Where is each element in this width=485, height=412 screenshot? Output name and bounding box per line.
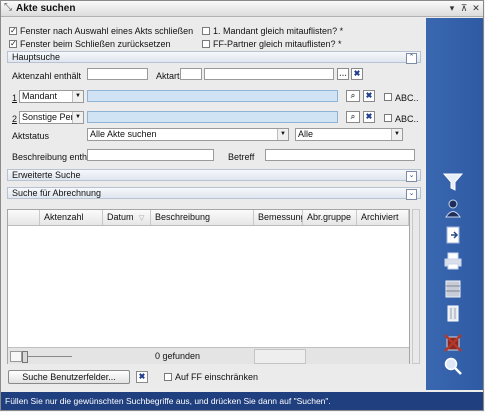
aktart-clear-button[interactable]: ✖ bbox=[351, 68, 363, 80]
grid-footer: 0 gefunden bbox=[8, 347, 409, 364]
aktstatus-value: Alle Akte suchen bbox=[90, 129, 157, 139]
row-indicator-header bbox=[8, 210, 40, 225]
auf-ff-checkbox[interactable] bbox=[164, 373, 172, 381]
zoom-out-button[interactable] bbox=[10, 351, 22, 362]
reset-on-close-label: Fenster beim Schließen zurücksetzen bbox=[20, 39, 171, 49]
row2-clear-button[interactable]: ✖ bbox=[363, 111, 375, 123]
ff-partner-list-label: FF-Partner gleich mitauflisten? * bbox=[213, 39, 342, 49]
row1-abc-label: ABC.. bbox=[395, 93, 419, 103]
close-after-select-label: Fenster nach Auswahl eines Akts schließe… bbox=[20, 26, 194, 36]
abrechnung-title: Suche für Abrechnung bbox=[12, 188, 102, 198]
status-bar: Füllen Sie nur die gewünschten Suchbegri… bbox=[1, 392, 483, 410]
aktstatus-filter-select[interactable]: Alle ▼ bbox=[295, 128, 403, 141]
benutzerfelder-button[interactable]: Suche Benutzerfelder... bbox=[8, 370, 130, 384]
zoom-slider-thumb[interactable] bbox=[22, 351, 28, 363]
column-header-bemessung[interactable]: Bemessung bbox=[254, 210, 303, 225]
cancel-search-icon[interactable] bbox=[442, 332, 464, 354]
window-title: Akte suchen bbox=[16, 3, 76, 14]
row1-binoculars-button[interactable]: ⌕ bbox=[346, 90, 360, 102]
window-icon: ⤡ bbox=[4, 2, 12, 13]
aktstatus-select[interactable]: Alle Akte suchen ▼ bbox=[87, 128, 289, 141]
column-header-aktenzahl[interactable]: Aktenzahl bbox=[40, 210, 103, 225]
mandant-list-checkbox[interactable] bbox=[202, 27, 210, 35]
footer-field bbox=[254, 349, 306, 364]
aktart-browse-button[interactable]: … bbox=[337, 68, 349, 80]
aktart-name-input[interactable] bbox=[204, 68, 334, 80]
betreff-input[interactable] bbox=[265, 149, 415, 161]
erweiterte-suche-title: Erweiterte Suche bbox=[12, 170, 81, 180]
benutzerfelder-clear-button[interactable]: ✖ bbox=[136, 371, 148, 383]
beschreibung-label: Beschreibung enth. bbox=[12, 152, 90, 162]
magnifier-icon[interactable] bbox=[442, 355, 464, 377]
row1-search-input[interactable] bbox=[87, 90, 338, 102]
printer-icon[interactable] bbox=[442, 250, 464, 272]
aktart-code-input[interactable] bbox=[180, 68, 202, 80]
action-toolbar bbox=[426, 18, 483, 390]
collapse-icon[interactable]: ⌃ bbox=[406, 53, 417, 64]
aktstatus-label: Aktstatus bbox=[12, 131, 50, 141]
title-bar: ⤡ Akte suchen ▾ ⊼ ✕ bbox=[1, 1, 483, 17]
abrechnung-header[interactable]: Suche für Abrechnung ⌄ bbox=[7, 187, 421, 200]
row2-binoculars-button[interactable]: ⌕ bbox=[346, 111, 360, 123]
aktenzahl-label: Aktenzahl enthält bbox=[12, 71, 82, 81]
cabinet-icon[interactable] bbox=[442, 278, 464, 300]
mandant-list-label: 1. Mandant gleich mitauflisten? * bbox=[213, 26, 344, 36]
grid-header: Aktenzahl Datum ▽ Beschreibung Bemessung… bbox=[8, 210, 409, 226]
reset-on-close-checkbox[interactable]: ✓ bbox=[9, 40, 17, 48]
aktart-label: Aktart bbox=[156, 71, 180, 81]
row2-abc-checkbox[interactable] bbox=[384, 114, 392, 122]
row2-search-input[interactable] bbox=[87, 111, 338, 123]
dropdown-icon[interactable]: ▾ bbox=[447, 3, 457, 13]
row1-number: 1 bbox=[12, 93, 18, 103]
close-after-select-checkbox[interactable]: ✓ bbox=[9, 27, 17, 35]
hauptsuche-header[interactable]: Hauptsuche ⌃ bbox=[7, 51, 421, 64]
hauptsuche-title: Hauptsuche bbox=[12, 52, 61, 62]
grid-scrollbar[interactable] bbox=[412, 209, 420, 364]
ff-partner-list-checkbox[interactable] bbox=[202, 40, 210, 48]
trash-icon[interactable] bbox=[442, 302, 464, 324]
row1-type-select[interactable]: Mandant ▼ bbox=[19, 90, 84, 103]
row2-type-select[interactable]: Sonstige Pers ▼ bbox=[19, 111, 84, 124]
column-header-archiviert[interactable]: Archiviert bbox=[357, 210, 409, 225]
row2-type-value: Sonstige Pers bbox=[22, 112, 79, 122]
chevron-down-icon: ▼ bbox=[391, 129, 402, 140]
row1-abc-checkbox[interactable] bbox=[384, 93, 392, 101]
column-header-datum[interactable]: Datum ▽ bbox=[103, 210, 151, 225]
zoom-slider-track[interactable] bbox=[22, 356, 72, 357]
betreff-label: Betreff bbox=[228, 152, 255, 162]
chevron-down-icon: ▼ bbox=[72, 91, 83, 102]
column-header-beschreibung[interactable]: Beschreibung bbox=[151, 210, 254, 225]
pin-icon[interactable]: ⊼ bbox=[459, 3, 469, 13]
results-grid[interactable]: Aktenzahl Datum ▽ Beschreibung Bemessung… bbox=[7, 209, 410, 364]
document-export-icon[interactable] bbox=[442, 224, 464, 246]
row2-abc-label: ABC.. bbox=[395, 114, 419, 124]
column-header-abrgruppe[interactable]: Abr.gruppe bbox=[303, 210, 357, 225]
row2-number: 2 bbox=[12, 114, 18, 124]
chevron-down-icon: ▼ bbox=[277, 129, 288, 140]
expand-icon[interactable]: ⌄ bbox=[406, 171, 417, 182]
person-search-icon[interactable] bbox=[442, 198, 464, 220]
aktenzahl-input[interactable] bbox=[87, 68, 148, 80]
row1-type-value: Mandant bbox=[22, 91, 58, 101]
row1-clear-button[interactable]: ✖ bbox=[363, 90, 375, 102]
erweiterte-suche-header[interactable]: Erweiterte Suche ⌄ bbox=[7, 169, 421, 182]
sort-icon: ▽ bbox=[139, 215, 145, 222]
expand-icon[interactable]: ⌄ bbox=[406, 189, 417, 200]
aktstatus-filter-value: Alle bbox=[298, 129, 314, 139]
auf-ff-label: Auf FF einschränken bbox=[175, 372, 259, 382]
found-count: 0 gefunden bbox=[155, 351, 201, 361]
close-icon[interactable]: ✕ bbox=[471, 3, 481, 13]
beschreibung-input[interactable] bbox=[87, 149, 214, 161]
chevron-down-icon: ▼ bbox=[72, 112, 83, 123]
column-header-datum-label: Datum bbox=[107, 212, 134, 222]
funnel-icon[interactable] bbox=[442, 171, 464, 193]
